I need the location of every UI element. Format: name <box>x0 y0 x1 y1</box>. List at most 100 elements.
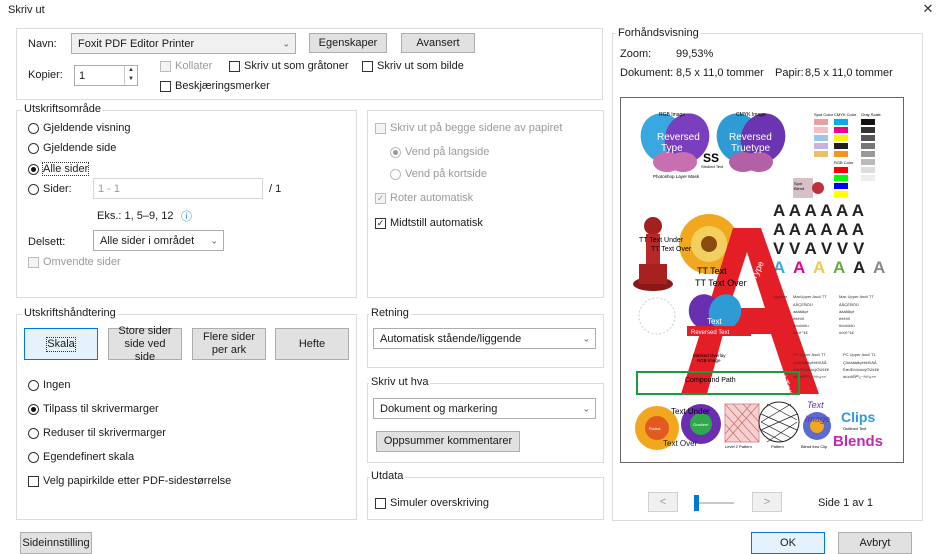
scale-none-radio[interactable]: Ingen <box>28 379 71 391</box>
svg-text:ÇüéâäàåçêëèïîìÄÅ: ÇüéâäàåçêëèïîìÄÅ <box>793 360 827 365</box>
text-word: Text <box>807 400 824 410</box>
auto-rotate-label: Roter automatisk <box>390 192 474 204</box>
auto-center-label: Midtstill automatisk <box>390 217 483 229</box>
svg-text:ùûü†°¢£: ùûü†°¢£ <box>839 330 855 335</box>
summarize-comments-button[interactable]: Oppsummer kommentarer <box>376 431 520 452</box>
svg-text:ÄÅÇÉÑÖÜ: ÄÅÇÉÑÖÜ <box>839 302 859 307</box>
tab-scale[interactable]: Skala <box>24 328 98 360</box>
printer-select[interactable]: Foxit PDF Editor Printer ⌄ <box>71 33 296 54</box>
current-view-radio[interactable]: Gjeldende visning <box>28 122 130 134</box>
orientation-title: Retning <box>369 307 411 319</box>
checkbox-box <box>160 60 171 72</box>
tab-large-pages[interactable]: Store sider side ved side <box>108 325 182 363</box>
level2-pattern-label: Level 2 Pattern <box>725 444 752 449</box>
as-image-checkbox[interactable]: Skriv ut som bilde <box>362 60 464 72</box>
both-sides-checkbox[interactable]: Skriv ut på begge sidene av papiret <box>375 122 562 134</box>
duplex-group <box>367 110 604 298</box>
pages-input[interactable]: 1 - 1 <box>93 178 263 199</box>
svg-text:A: A <box>833 258 845 277</box>
swatch-grid: Spot Color CMYK Color Gray Scale RGB Col… <box>793 112 882 198</box>
properties-button[interactable]: Egenskaper <box>309 33 387 53</box>
radio-dot <box>28 451 39 463</box>
info-icon[interactable]: ⓘ <box>181 208 192 224</box>
next-page-button[interactable]: > <box>752 492 782 512</box>
chevron-down-icon: ⌄ <box>282 38 290 48</box>
scale-custom-radio[interactable]: Egendefinert skala <box>28 451 134 463</box>
stroked-text-label: Stroked Text <box>701 164 724 169</box>
ps-layer-mask-label: Photoshop Layer Mask <box>653 174 700 179</box>
auto-rotate-checkbox[interactable]: ✓ Roter automatisk <box>375 192 473 204</box>
chevron-down-icon: ⌄ <box>582 403 590 413</box>
cancel-button[interactable]: Avbryt <box>838 532 912 554</box>
grayscale-checkbox[interactable]: Skriv ut som gråtoner <box>229 60 349 72</box>
tab-booklet[interactable]: Hefte <box>275 328 349 360</box>
copies-spinner[interactable]: ▲ ▼ <box>124 66 137 85</box>
scale-shrink-label: Reduser til skrivermarger <box>43 427 166 439</box>
window-title: Skriv ut <box>8 4 45 16</box>
pages-radio[interactable]: Sider: <box>28 183 72 195</box>
tt-text-over-top: TT Text Over <box>651 246 692 253</box>
tt-text: TT Text <box>697 266 727 276</box>
print-what-title: Skriv ut hva <box>369 376 431 388</box>
radial-label: Radial <box>649 426 660 431</box>
reversed-type-line: Type <box>661 143 683 154</box>
paper-value: 8,5 x 11,0 tommer <box>805 67 893 79</box>
page-setup-button[interactable]: Sideinnstilling <box>20 532 92 554</box>
current-page-radio[interactable]: Gjeldende side <box>28 142 116 154</box>
radio-dot <box>28 403 39 415</box>
outlined-text-label: Outlined Text <box>843 426 867 431</box>
orientation-select[interactable]: Automatisk stående/liggende ⌄ <box>373 328 596 349</box>
crop-marks-label: Beskjæringsmerker <box>175 80 270 92</box>
pattern-label: Pattern <box>771 444 784 449</box>
scale-shrink-radio[interactable]: Reduser til skrivermarger <box>28 427 166 439</box>
ok-button[interactable]: OK <box>751 532 825 554</box>
svg-text:ñóòôöõú: ñóòôöõú <box>839 323 855 328</box>
flip-long-radio[interactable]: Vend på langside <box>390 146 489 158</box>
subset-select[interactable]: Alle sider i området ⌄ <box>93 230 224 251</box>
printer-select-value: Foxit PDF Editor Printer <box>78 37 195 50</box>
scale-fit-radio[interactable]: Tilpass til skrivermarger <box>28 403 159 415</box>
close-icon[interactable]: ✕ <box>921 2 935 16</box>
tab-multiple-pages[interactable]: Flere sider per ark <box>192 328 266 360</box>
reverse-pages-checkbox[interactable]: Omvendte sider <box>28 256 121 268</box>
spin-down-icon[interactable]: ▼ <box>125 75 137 84</box>
image-word: Image <box>805 414 830 424</box>
prev-page-button[interactable]: < <box>648 492 678 512</box>
reversed-text: Reversed Text <box>691 330 730 336</box>
page-indicator: Side 1 av 1 <box>818 497 874 509</box>
all-pages-radio[interactable]: Alle sider <box>28 162 90 176</box>
clips-word: Clips <box>841 409 875 425</box>
spot-color-label: Spot Color <box>814 112 834 117</box>
crop-marks-checkbox[interactable]: Beskjæringsmerker <box>160 80 270 92</box>
cmyk-color-label: CMYK Color <box>834 112 857 117</box>
svg-text:ùûü†°¢£: ùûü†°¢£ <box>793 330 809 335</box>
page-slider-track[interactable] <box>694 502 734 504</box>
spin-up-icon[interactable]: ▲ <box>125 66 137 75</box>
chevron-down-icon: ⌄ <box>582 333 590 343</box>
preview-page: RGB Image CMYK Image Reversed Type Revers… <box>620 97 904 463</box>
svg-text:ÇüéâäàåçêëèïîìÄÅ: ÇüéâäàåçêëèïîìÄÅ <box>843 360 877 365</box>
gradient-label: Gradient <box>693 422 709 427</box>
paper-source-checkbox[interactable]: Velg papirkilde etter PDF-sidestørrelse <box>28 475 231 487</box>
radio-dot <box>28 163 39 175</box>
radio-dot <box>28 122 39 134</box>
checkbox-box <box>28 256 39 268</box>
pc-upper-t1-label: PC Upper Ascii T1 <box>843 352 876 357</box>
collate-checkbox[interactable]: Kollater <box>160 60 212 72</box>
subset-label: Delsett: <box>28 236 66 248</box>
advanced-button[interactable]: Avansert <box>401 33 475 53</box>
masked-overlay-label: Masked Overlay RGB Image <box>693 353 726 363</box>
mac-upper-label: MacUpper Ascii TT <box>793 294 827 299</box>
print-what-select[interactable]: Dokument og markering ⌄ <box>373 398 596 419</box>
text-circle <box>638 297 676 335</box>
page-slider-thumb[interactable] <box>694 495 699 511</box>
simulate-overprint-checkbox[interactable]: Simuler overskriving <box>375 497 489 509</box>
rgb-image-label: RGB Image <box>659 112 685 118</box>
svg-text:A A A A A A: A A A A A A <box>773 220 864 239</box>
chevron-down-icon: ⌄ <box>210 235 218 245</box>
flip-short-radio[interactable]: Vend på kortside <box>390 168 487 180</box>
printer-name-label: Navn: <box>28 38 57 50</box>
auto-center-checkbox[interactable]: ✓ Midtstill automatisk <box>375 217 483 229</box>
current-view-label: Gjeldende visning <box>43 122 131 134</box>
svg-text:ñóòôöõú: ñóòôöõú <box>793 323 809 328</box>
